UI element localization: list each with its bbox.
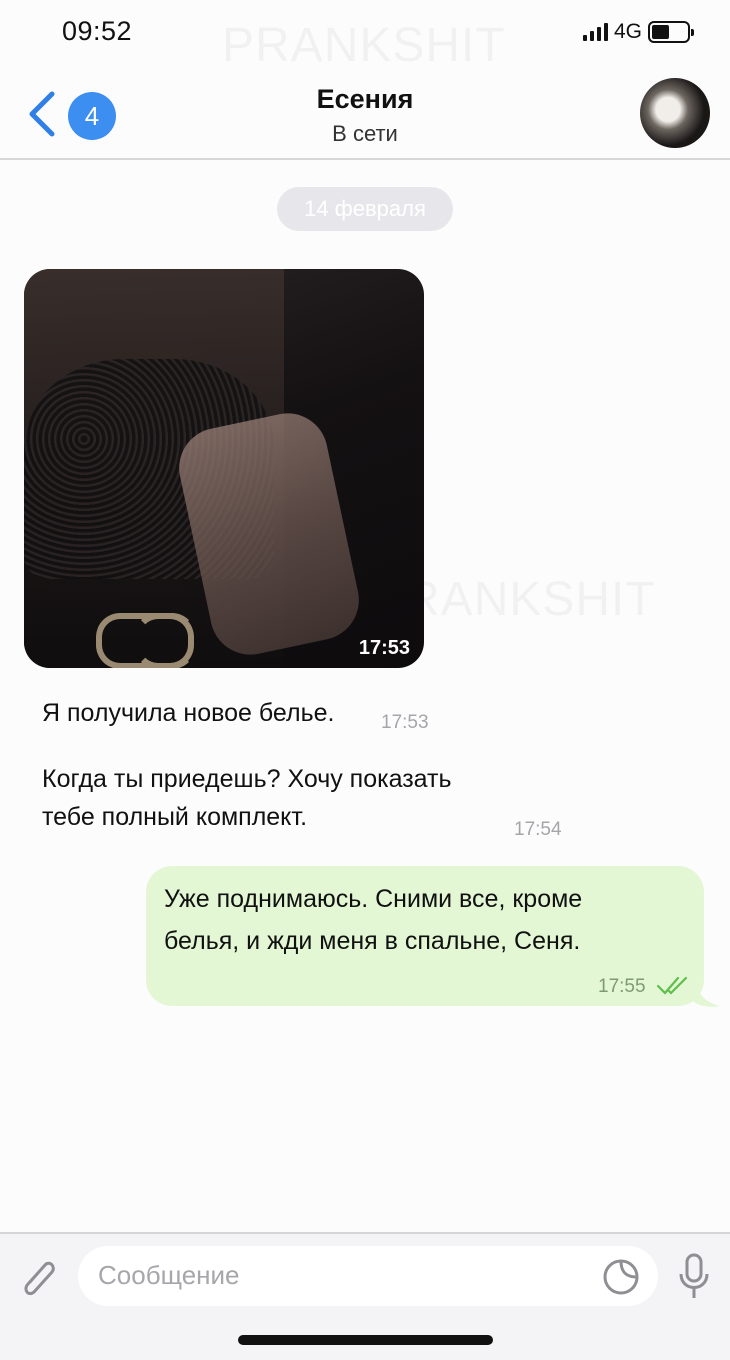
outgoing-message: Уже поднимаюсь. Сними все, кроме белья, … — [164, 878, 582, 962]
message-line: Уже поднимаюсь. Сними все, кроме — [164, 885, 583, 913]
home-indicator[interactable] — [238, 1335, 493, 1345]
photo-message[interactable]: 17:53 — [24, 269, 424, 668]
status-time: 09:52 — [62, 16, 133, 46]
paperclip-icon[interactable] — [16, 1254, 60, 1302]
message-timestamp: 17:53 — [381, 712, 429, 733]
message-input[interactable]: Сообщение — [78, 1246, 658, 1306]
message-timestamp: 17:55 — [598, 976, 646, 997]
battery-icon — [648, 21, 694, 43]
photo-timestamp: 17:53 — [358, 637, 410, 659]
bubble-tail — [692, 972, 720, 1007]
contact-name: Есения — [316, 84, 414, 114]
date-divider: 14 февраля — [277, 187, 453, 231]
sticker-icon[interactable] — [602, 1258, 640, 1296]
signal-icon — [582, 23, 608, 41]
incoming-message[interactable]: Когда ты приедешь? Хочу показать тебе по… — [42, 760, 452, 836]
contact-info[interactable]: Есения В сети — [0, 84, 730, 147]
chat-header: 4 Есения В сети — [0, 62, 730, 160]
message-line: белья, и жди меня в спальне, Сеня. — [164, 927, 581, 955]
status-bar: 09:52 4G — [0, 0, 730, 62]
message-line: тебе полный комплект. — [42, 803, 308, 831]
incoming-message[interactable]: Я получила новое белье. — [42, 694, 334, 732]
microphone-icon[interactable] — [676, 1252, 712, 1302]
double-check-icon — [656, 976, 688, 995]
message-input-placeholder: Сообщение — [98, 1260, 240, 1290]
message-timestamp: 17:54 — [514, 819, 562, 840]
status-icons: 4G — [582, 20, 694, 44]
contact-status: В сети — [332, 121, 398, 146]
message-line: Когда ты приедешь? Хочу показать — [42, 765, 452, 793]
avatar[interactable] — [640, 78, 710, 148]
network-label: 4G — [613, 20, 642, 43]
